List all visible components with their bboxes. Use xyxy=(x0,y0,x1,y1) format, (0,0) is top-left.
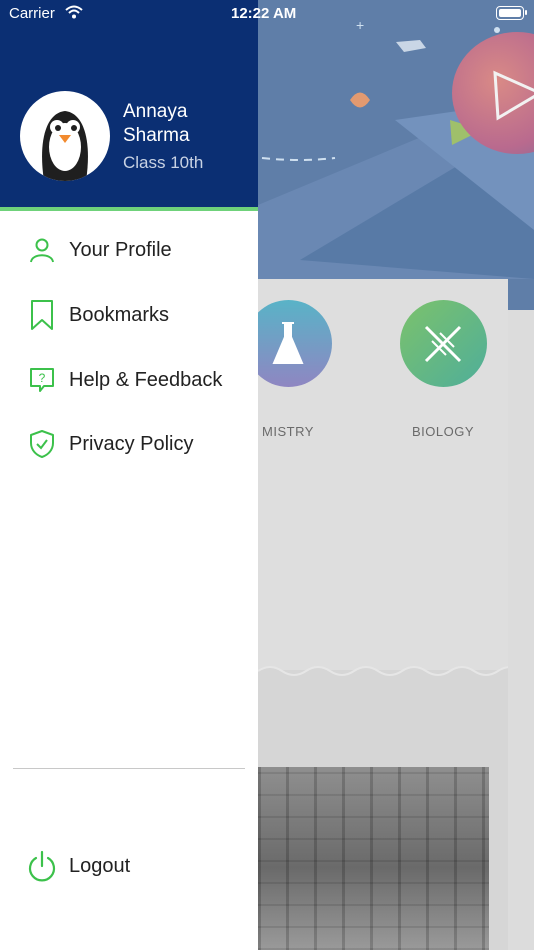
user-last-name: Sharma xyxy=(123,125,190,146)
menu-item-help-feedback[interactable]: ? Help & Feedback xyxy=(0,355,258,405)
menu-label-privacy-policy: Privacy Policy xyxy=(69,432,194,455)
menu-divider xyxy=(13,768,245,769)
power-icon xyxy=(27,850,57,882)
carrier-label: Carrier xyxy=(9,5,55,22)
user-name: Annaya Sharma xyxy=(123,100,243,148)
background-strip xyxy=(508,279,534,310)
bookmark-icon xyxy=(28,300,56,330)
shield-icon xyxy=(28,430,56,458)
menu-item-privacy-policy[interactable]: Privacy Policy xyxy=(0,419,258,469)
status-time: 12:22 AM xyxy=(231,5,297,22)
menu-label-bookmarks: Bookmarks xyxy=(69,303,170,326)
penguin-avatar-icon xyxy=(42,111,88,181)
play-triangle-icon xyxy=(493,70,534,121)
wifi-icon xyxy=(65,5,83,19)
battery-icon xyxy=(496,6,527,20)
drawer-header: Annaya Sharma Class 10th xyxy=(0,0,258,207)
profile-icon xyxy=(28,236,56,264)
user-class: Class 10th xyxy=(123,153,204,172)
menu-label-logout: Logout xyxy=(69,854,131,877)
avatar[interactable] xyxy=(20,91,110,181)
user-first-name: Annaya xyxy=(123,101,188,122)
wavy-edge xyxy=(258,666,508,676)
navigation-drawer: Annaya Sharma Class 10th Your Profile Bo… xyxy=(0,0,258,950)
subject-biology[interactable]: BIOLOGY xyxy=(378,300,508,439)
subject-biology-label: BIOLOGY xyxy=(411,424,475,439)
status-bar: Carrier 12:22 AM xyxy=(0,0,534,28)
biology-circle xyxy=(399,300,487,387)
menu-label-help-feedback: Help & Feedback xyxy=(69,368,223,391)
menu-item-your-profile[interactable]: Your Profile xyxy=(0,225,258,275)
article-photo[interactable] xyxy=(258,767,489,950)
flask-icon xyxy=(272,321,304,364)
logout-button[interactable]: Logout xyxy=(0,841,258,891)
menu-label-your-profile: Your Profile xyxy=(69,238,172,261)
menu-item-bookmarks[interactable]: Bookmarks xyxy=(0,290,258,340)
dna-icon xyxy=(424,325,462,362)
help-feedback-icon: ? xyxy=(28,366,56,394)
svg-text:?: ? xyxy=(39,371,46,385)
drawer-accent-bar xyxy=(0,207,258,211)
